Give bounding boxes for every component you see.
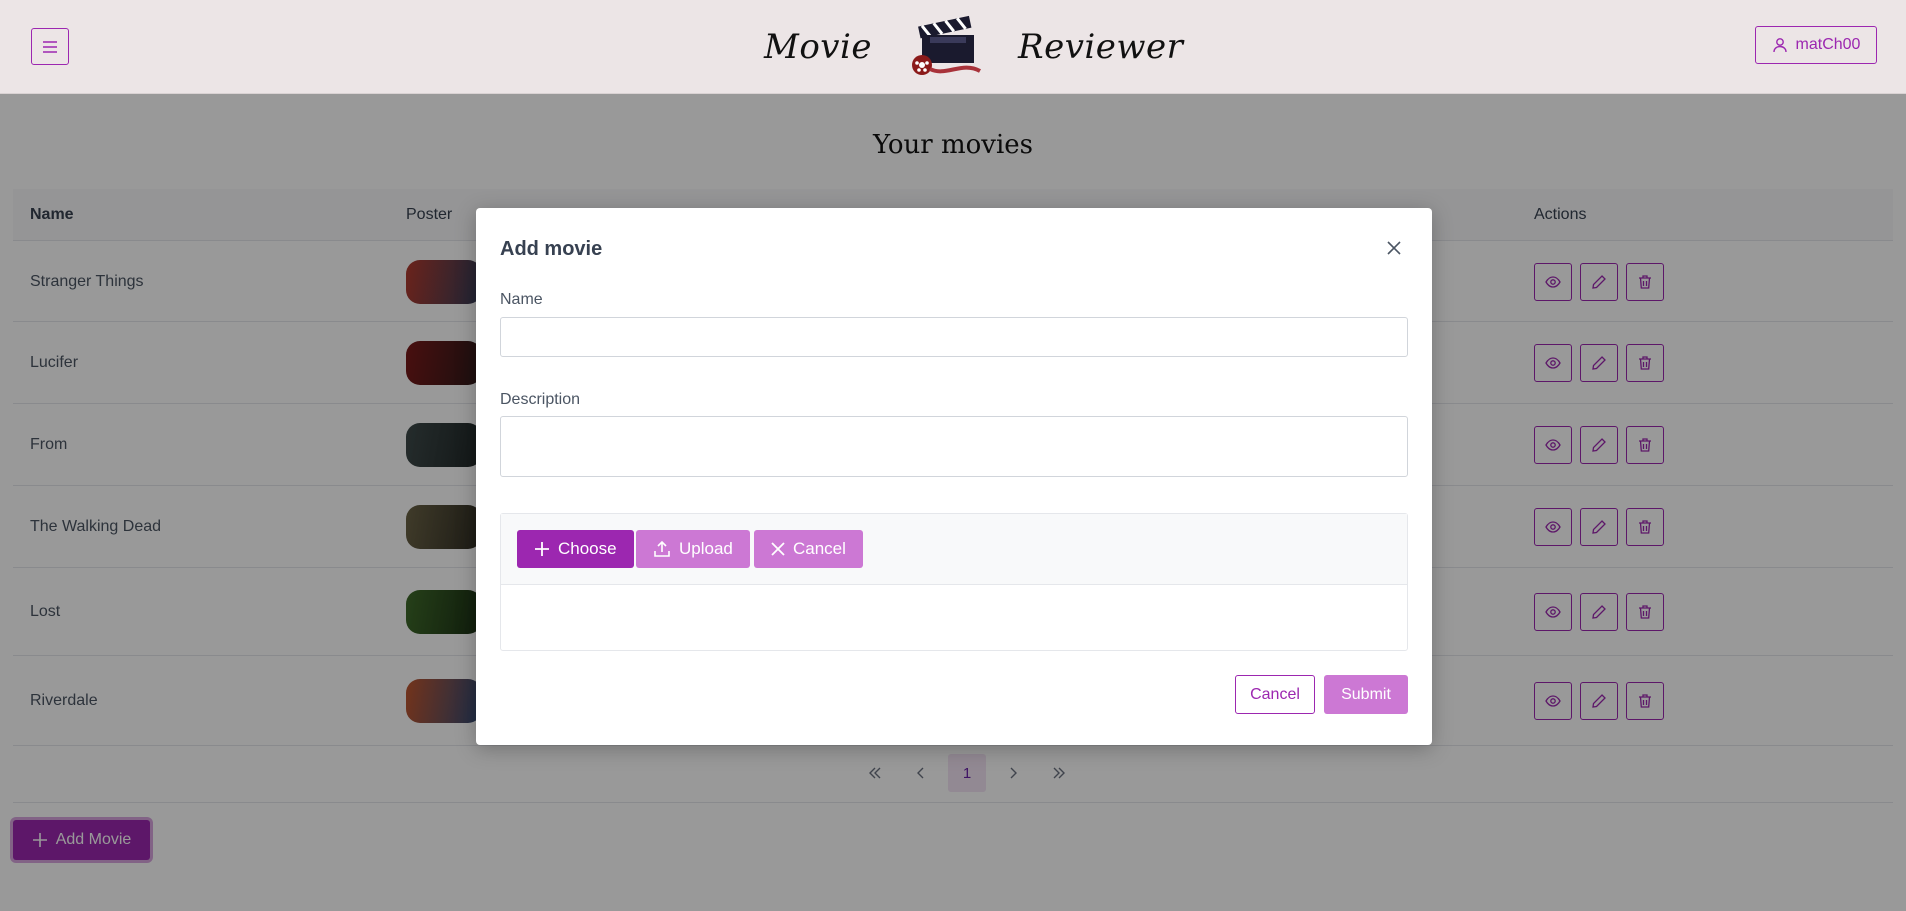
menu-button[interactable] (31, 28, 69, 65)
upload-file-button[interactable]: Upload (636, 530, 750, 568)
brand-word-right: Reviewer (1018, 27, 1184, 67)
add-movie-dialog: Add movie Name Description Choose Upload… (476, 208, 1432, 745)
description-textarea[interactable] (500, 416, 1408, 477)
dialog-title: Add movie (500, 238, 603, 260)
clapperboard-logo (912, 15, 981, 75)
upload-label: Upload (679, 539, 733, 558)
brand-word-left: Movie (764, 27, 872, 67)
cancel-upload-button[interactable]: Cancel (754, 530, 863, 568)
choose-label: Choose (558, 539, 617, 558)
choose-file-button[interactable]: Choose (517, 530, 634, 568)
x-icon (771, 542, 785, 556)
cancel-button[interactable]: Cancel (1235, 675, 1315, 714)
user-menu-button[interactable]: matCh00 (1755, 26, 1877, 64)
cancel-upload-label: Cancel (793, 539, 846, 558)
brand[interactable]: Movie Reviewer (764, 6, 1183, 88)
user-icon (1772, 38, 1787, 53)
dialog-close-button[interactable] (1381, 235, 1407, 261)
file-upload-dropzone[interactable] (501, 585, 1407, 650)
file-upload-toolbar: Choose Upload Cancel (501, 514, 1407, 585)
menu-icon (43, 40, 57, 53)
app-header: Movie Reviewer matCh00 (0, 0, 1906, 94)
name-input[interactable] (500, 317, 1408, 357)
file-upload: Choose Upload Cancel (500, 513, 1408, 651)
upload-icon (654, 540, 670, 557)
name-label: Name (500, 291, 543, 308)
plus-icon (535, 542, 549, 556)
submit-button[interactable]: Submit (1324, 675, 1408, 714)
close-icon (1387, 241, 1401, 255)
description-label: Description (500, 391, 581, 408)
username: matCh00 (1795, 36, 1861, 53)
